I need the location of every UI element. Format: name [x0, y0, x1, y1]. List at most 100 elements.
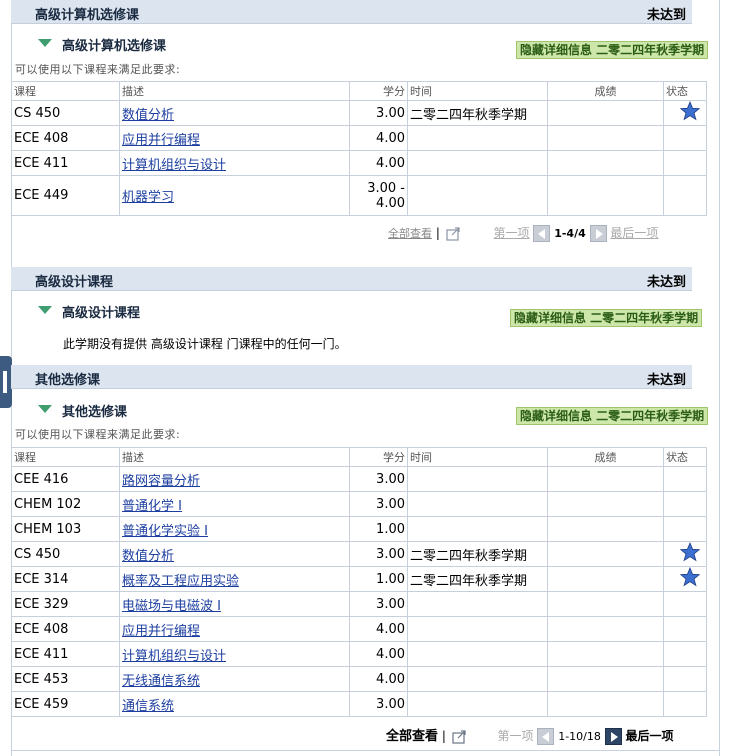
- section-status: 未达到: [646, 373, 686, 388]
- course-link[interactable]: 计算机组织与设计: [122, 649, 226, 664]
- course-link[interactable]: 计算机组织与设计: [122, 158, 226, 173]
- hide-details-button[interactable]: 隐藏详细信息 二零二四年秋季学期: [510, 309, 703, 327]
- col-status[interactable]: 状态: [663, 81, 707, 101]
- requirement-title: 其他选修课: [62, 405, 128, 420]
- last-item-link[interactable]: 最后一项: [610, 226, 658, 240]
- frame-right-border: [719, 0, 720, 756]
- course-credits: 1.00: [349, 516, 408, 542]
- course-credits: 3.00: [349, 466, 408, 492]
- table-row: CHEM 102 普通化学 I 3.00: [11, 491, 707, 517]
- course-term: [407, 591, 548, 617]
- course-term: [407, 516, 548, 542]
- star-icon: [680, 101, 700, 121]
- course-term: 二零二四年秋季学期: [407, 566, 548, 592]
- course-grade: [547, 516, 664, 542]
- credits-line: 4.00: [376, 195, 405, 211]
- course-credits: 3.00: [349, 541, 408, 567]
- course-status: [663, 691, 707, 717]
- pager: 全部查看 | 第一项 1-10/18 最后一项: [386, 725, 674, 746]
- hide-details-button[interactable]: 隐藏详细信息 二零二四年秋季学期: [516, 407, 709, 425]
- col-grade[interactable]: 成绩: [547, 81, 664, 101]
- course-link[interactable]: 普通化学实验 I: [122, 524, 208, 539]
- table-row: ECE 453 无线通信系统 4.00: [11, 666, 707, 692]
- course-link[interactable]: 应用并行编程: [122, 624, 200, 639]
- course-link[interactable]: 应用并行编程: [122, 133, 200, 148]
- last-item-link[interactable]: 最后一项: [626, 729, 674, 743]
- popout-icon[interactable]: [450, 728, 468, 746]
- course-status: [663, 591, 707, 617]
- course-term: [407, 150, 548, 176]
- requirement-hint: 可以使用以下课程来满足此要求:: [15, 428, 181, 441]
- col-desc[interactable]: 描述: [119, 81, 350, 101]
- course-table-other-electives: 课程 描述 学分 时间 成绩 状态 CEE 416 路网容量分析 3.00 CH…: [11, 447, 707, 717]
- course-code: CS 450: [11, 541, 120, 567]
- course-status: [663, 175, 707, 216]
- col-status[interactable]: 状态: [663, 447, 707, 467]
- course-credits: 3.00 -4.00: [349, 175, 408, 216]
- requirement-hint: 可以使用以下课程来满足此要求:: [15, 63, 181, 76]
- course-link[interactable]: 路网容量分析: [122, 474, 200, 489]
- course-credits: 3.00: [349, 491, 408, 517]
- course-link[interactable]: 电磁场与电磁波 I: [122, 599, 221, 614]
- credits-line: 3.00 -: [367, 180, 405, 196]
- course-link[interactable]: 概率及工程应用实验: [122, 574, 239, 589]
- course-grade: [547, 616, 664, 642]
- course-code: CS 450: [11, 100, 120, 126]
- prev-page-button[interactable]: [537, 728, 555, 745]
- section-header-advanced-cs: 高级计算机选修课 未达到: [11, 0, 692, 24]
- view-all-link[interactable]: 全部查看: [386, 729, 438, 744]
- course-term: [407, 175, 548, 216]
- col-desc[interactable]: 描述: [119, 447, 350, 467]
- course-credits: 4.00: [349, 150, 408, 176]
- handle-grip-icon: [3, 371, 7, 393]
- course-term: [407, 491, 548, 517]
- table-row: ECE 314 概率及工程应用实验 1.00 二零二四年秋季学期: [11, 566, 707, 592]
- col-course[interactable]: 课程: [11, 447, 120, 467]
- view-all-link[interactable]: 全部查看: [388, 227, 432, 240]
- course-link[interactable]: 普通化学 I: [122, 499, 182, 514]
- course-link[interactable]: 数值分析: [122, 108, 174, 123]
- col-credits[interactable]: 学分: [349, 81, 408, 101]
- course-link[interactable]: 机器学习: [122, 190, 174, 205]
- course-credits: 4.00: [349, 666, 408, 692]
- course-grade: [547, 666, 664, 692]
- expand-triangle-icon[interactable]: [38, 306, 52, 314]
- course-link[interactable]: 数值分析: [122, 549, 174, 564]
- popout-icon[interactable]: [444, 225, 462, 243]
- first-item-link[interactable]: 第一项: [494, 226, 530, 240]
- no-course-note: 此学期没有提供 高级设计课程 门课程中的任何一门。: [63, 337, 347, 351]
- course-code: CEE 416: [11, 466, 120, 492]
- expand-triangle-icon[interactable]: [38, 39, 52, 47]
- course-grade: [547, 150, 664, 176]
- course-code: CHEM 103: [11, 516, 120, 542]
- col-credits[interactable]: 学分: [349, 447, 408, 467]
- course-status: [663, 516, 707, 542]
- course-link[interactable]: 无线通信系统: [122, 674, 200, 689]
- col-term[interactable]: 时间: [407, 81, 548, 101]
- course-code: ECE 329: [11, 591, 120, 617]
- course-term: [407, 691, 548, 717]
- hide-details-button[interactable]: 隐藏详细信息 二零二四年秋季学期: [516, 41, 709, 59]
- next-page-button[interactable]: [589, 225, 607, 242]
- section-status: 未达到: [646, 8, 686, 23]
- course-grade: [547, 466, 664, 492]
- first-item-link[interactable]: 第一项: [498, 729, 534, 743]
- course-term: 二零二四年秋季学期: [407, 541, 548, 567]
- col-course[interactable]: 课程: [11, 81, 120, 101]
- course-credits: 1.00: [349, 566, 408, 592]
- course-term: [407, 125, 548, 151]
- expand-triangle-icon[interactable]: [38, 405, 52, 413]
- pager-range: 1-4/4: [554, 227, 586, 240]
- table-row: ECE 449 机器学习 3.00 -4.00: [11, 175, 707, 216]
- next-page-button[interactable]: [604, 728, 622, 745]
- col-term[interactable]: 时间: [407, 447, 548, 467]
- course-code: CHEM 102: [11, 491, 120, 517]
- course-link[interactable]: 通信系统: [122, 699, 174, 714]
- course-grade: [547, 100, 664, 126]
- prev-page-button[interactable]: [533, 225, 551, 242]
- col-grade[interactable]: 成绩: [547, 447, 664, 467]
- bottom-border: [11, 750, 719, 751]
- table-row: CS 450 数值分析 3.00 二零二四年秋季学期: [11, 541, 707, 567]
- requirement-title: 高级计算机选修课: [62, 39, 167, 54]
- course-credits: 4.00: [349, 125, 408, 151]
